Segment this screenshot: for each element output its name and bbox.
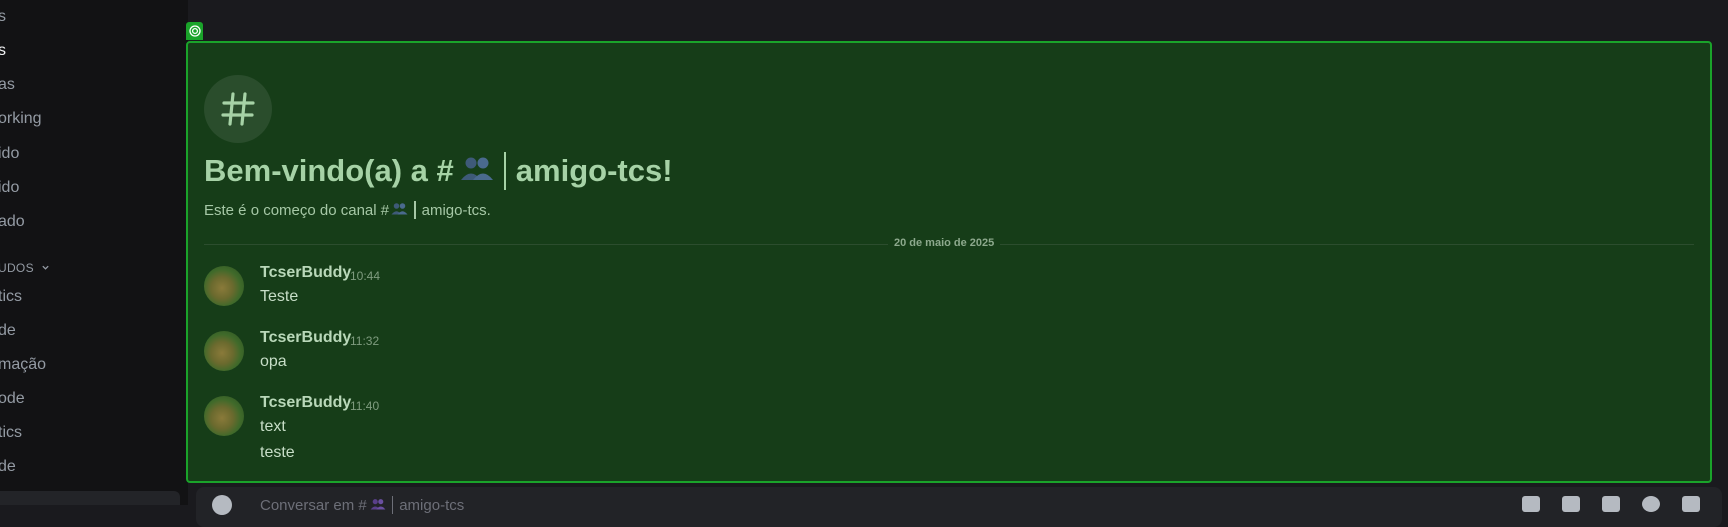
welcome-title-prefix: Bem-vindo(a) a # [204,153,454,188]
welcome-subtitle-channel: amigo-tcs. [421,201,491,219]
composer-placeholder-prefix: Conversar em # [260,496,367,514]
sidebar-item[interactable]: s [0,8,6,26]
sidebar-item[interactable]: mação [0,356,46,374]
composer-placeholder-channel: amigo-tcs [399,496,465,514]
message-text: opa [260,353,287,370]
welcome-subtitle-prefix: Este é o começo do canal # [204,201,390,219]
message-author[interactable]: TcserBuddy [260,329,351,347]
sidebar-item[interactable]: de [0,322,16,340]
sidebar-item[interactable]: as [0,76,15,94]
selection-overlay [186,41,1712,483]
separator [503,152,506,190]
sidebar-item[interactable]: ode [0,390,25,408]
gif-icon[interactable] [1562,496,1580,512]
sidebar-item[interactable]: tics [0,424,22,442]
message-timestamp: 11:40 [350,399,380,413]
target-icon [186,22,203,40]
sidebar-item[interactable]: de [0,458,16,476]
avatar[interactable] [204,266,244,306]
sidebar-item[interactable]: ado [0,213,25,231]
sidebar-item[interactable]: ido [0,145,19,163]
separator [414,201,416,219]
separator [391,496,394,514]
message-timestamp: 11:32 [350,334,380,348]
message-input[interactable]: Conversar em # amigo-tcs [260,496,464,514]
message-text: text [260,418,286,435]
channel-sidebar: s s as orking ido ido ado UDOS tics de m… [0,0,188,505]
sidebar-item[interactable]: ido [0,179,19,197]
message-timestamp: 10:44 [350,269,381,283]
people-icon [391,202,408,219]
message-author[interactable]: TcserBuddy [260,394,351,412]
sidebar-category[interactable]: UDOS [0,261,50,275]
date-divider-label: 20 de maio de 2025 [888,237,1001,249]
user-panel[interactable] [0,491,180,505]
category-label: UDOS [0,261,34,275]
welcome-title-channel: amigo-tcs! [515,153,673,188]
gift-icon[interactable] [1522,496,1540,512]
chevron-down-icon [41,261,50,275]
welcome-title: Bem-vindo(a) a # amigo-tcs! [204,152,673,190]
sticker-icon[interactable] [1602,496,1620,512]
sidebar-item[interactable]: orking [0,110,42,128]
message-text: Teste [260,288,299,305]
message-author[interactable]: TcserBuddy [260,264,351,282]
people-icon [370,497,386,514]
sidebar-item[interactable]: s [0,42,6,60]
sidebar-item[interactable]: tics [0,288,22,306]
plus-circle-icon[interactable] [212,495,232,515]
avatar[interactable] [204,396,244,436]
apps-icon[interactable] [1682,496,1700,512]
message-composer[interactable]: Conversar em # amigo-tcs [196,487,1722,527]
emoji-icon[interactable] [1642,496,1660,512]
hash-icon [204,75,272,143]
people-icon [460,153,494,189]
welcome-subtitle: Este é o começo do canal # amigo-tcs. [204,201,491,219]
avatar[interactable] [204,331,244,371]
message-text: teste [260,444,295,461]
